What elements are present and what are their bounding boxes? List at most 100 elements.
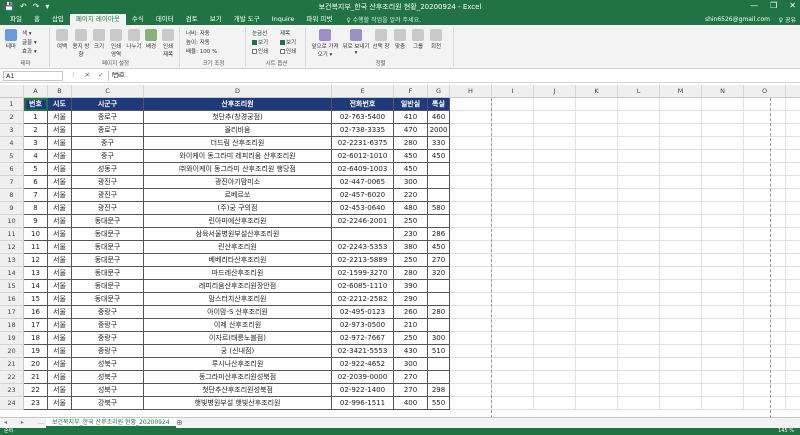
empty-cell[interactable]: [786, 124, 800, 137]
empty-cell[interactable]: [702, 384, 744, 397]
sheet-tab-active[interactable]: 보건복지부_한국 산후조리원 현황_20200924: [46, 418, 176, 428]
empty-cell[interactable]: [534, 163, 576, 176]
data-cell[interactable]: 11: [24, 241, 48, 254]
empty-cell[interactable]: [786, 150, 800, 163]
data-cell[interactable]: 390: [394, 280, 428, 293]
column-header-l[interactable]: L: [618, 85, 660, 98]
row-header[interactable]: 3: [0, 124, 24, 137]
empty-cell[interactable]: [702, 189, 744, 202]
data-cell[interactable]: 서울: [48, 384, 72, 397]
empty-cell[interactable]: [744, 293, 786, 306]
empty-cell[interactable]: [576, 176, 618, 189]
data-cell[interactable]: 종로구: [72, 124, 144, 137]
empty-cell[interactable]: [534, 397, 576, 410]
data-cell[interactable]: 250: [394, 254, 428, 267]
data-cell[interactable]: 400: [394, 397, 428, 410]
data-cell[interactable]: 중랑구: [72, 345, 144, 358]
data-cell[interactable]: 270: [394, 371, 428, 384]
data-cell[interactable]: 베베리타산후조리원: [144, 254, 332, 267]
empty-cell[interactable]: [786, 215, 800, 228]
column-header-j[interactable]: J: [534, 85, 576, 98]
empty-cell[interactable]: [576, 319, 618, 332]
data-cell[interactable]: 올리비움: [144, 124, 332, 137]
data-cell[interactable]: 320: [428, 267, 450, 280]
select-all-corner[interactable]: [0, 85, 24, 98]
empty-cell[interactable]: [492, 98, 534, 111]
empty-cell[interactable]: [576, 254, 618, 267]
data-cell[interactable]: 300: [394, 358, 428, 371]
empty-cell[interactable]: [660, 319, 702, 332]
empty-cell[interactable]: [786, 241, 800, 254]
data-cell[interactable]: 중구: [72, 137, 144, 150]
empty-cell[interactable]: [450, 189, 492, 202]
empty-cell[interactable]: [492, 254, 534, 267]
data-cell[interactable]: 루시나산후조리원: [144, 358, 332, 371]
data-cell[interactable]: [428, 189, 450, 202]
data-cell[interactable]: 서울: [48, 163, 72, 176]
row-header[interactable]: 14: [0, 267, 24, 280]
data-cell[interactable]: 02-763-5400: [332, 111, 394, 124]
empty-cell[interactable]: [744, 397, 786, 410]
empty-cell[interactable]: [450, 254, 492, 267]
header-cell[interactable]: 특실: [428, 98, 450, 111]
data-cell[interactable]: 460: [428, 111, 450, 124]
empty-cell[interactable]: [786, 137, 800, 150]
data-cell[interactable]: 광진구: [72, 202, 144, 215]
data-cell[interactable]: 동대문구: [72, 228, 144, 241]
data-cell[interactable]: 서울: [48, 293, 72, 306]
height-select[interactable]: 높이: 자동: [186, 38, 210, 46]
empty-cell[interactable]: [576, 228, 618, 241]
data-cell[interactable]: 02-2246-2001: [332, 215, 394, 228]
column-header-m[interactable]: M: [660, 85, 702, 98]
data-cell[interactable]: 280: [394, 137, 428, 150]
data-cell[interactable]: 23: [24, 397, 48, 410]
empty-cell[interactable]: [744, 163, 786, 176]
empty-cell[interactable]: [534, 98, 576, 111]
empty-cell[interactable]: [618, 371, 660, 384]
data-cell[interactable]: 서울: [48, 397, 72, 410]
empty-cell[interactable]: [576, 189, 618, 202]
data-cell[interactable]: 4: [24, 150, 48, 163]
data-cell[interactable]: 02-447-0065: [332, 176, 394, 189]
data-cell[interactable]: 19: [24, 345, 48, 358]
empty-cell[interactable]: [576, 150, 618, 163]
empty-cell[interactable]: [618, 306, 660, 319]
selection-pane-button[interactable]: 선택 창: [372, 29, 390, 50]
headings-print-checkbox[interactable]: 인쇄: [280, 47, 296, 55]
empty-cell[interactable]: [492, 124, 534, 137]
data-cell[interactable]: 220: [394, 189, 428, 202]
empty-cell[interactable]: [450, 111, 492, 124]
empty-cell[interactable]: [492, 293, 534, 306]
empty-cell[interactable]: [618, 254, 660, 267]
column-header-h[interactable]: H: [450, 85, 492, 98]
empty-cell[interactable]: [702, 319, 744, 332]
restore-button[interactable]: ❐: [770, 1, 777, 10]
empty-cell[interactable]: [492, 332, 534, 345]
data-cell[interactable]: 480: [394, 202, 428, 215]
data-cell[interactable]: 2000: [428, 124, 450, 137]
row-header[interactable]: 24: [0, 397, 24, 410]
tab-review[interactable]: 검토: [180, 14, 204, 25]
empty-cell[interactable]: [492, 384, 534, 397]
empty-cell[interactable]: [786, 358, 800, 371]
empty-cell[interactable]: [744, 189, 786, 202]
empty-cell[interactable]: [450, 202, 492, 215]
empty-cell[interactable]: [786, 306, 800, 319]
data-cell[interactable]: ㈜와이케이 동그라미 산후조리원 행당점: [144, 163, 332, 176]
data-cell[interactable]: 13: [24, 267, 48, 280]
data-cell[interactable]: 서울: [48, 189, 72, 202]
empty-cell[interactable]: [744, 345, 786, 358]
empty-cell[interactable]: [786, 228, 800, 241]
empty-cell[interactable]: [492, 397, 534, 410]
tab-formulas[interactable]: 수식: [126, 14, 150, 25]
width-select[interactable]: 너비: 자동: [186, 29, 210, 37]
data-cell[interactable]: 14: [24, 280, 48, 293]
data-cell[interactable]: 성북구: [72, 384, 144, 397]
empty-cell[interactable]: [786, 384, 800, 397]
data-cell[interactable]: [332, 228, 394, 241]
margins-button[interactable]: 여백: [54, 29, 70, 50]
empty-cell[interactable]: [702, 150, 744, 163]
data-cell[interactable]: 서울: [48, 215, 72, 228]
empty-cell[interactable]: [660, 176, 702, 189]
data-cell[interactable]: 6: [24, 176, 48, 189]
